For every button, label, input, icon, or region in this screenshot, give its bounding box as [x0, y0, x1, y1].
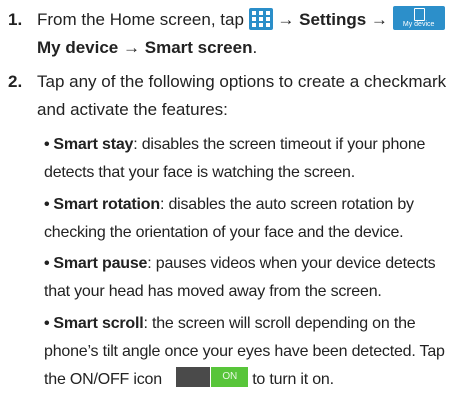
arrow: → [123, 38, 140, 57]
arrow: → [277, 10, 295, 29]
bullet-item: • Smart rotation: disables the auto scree… [44, 191, 464, 247]
on-off-toggle-icon: ON [176, 367, 249, 387]
step-2-intro: Tap any of the following options to crea… [37, 72, 447, 119]
step-2: 2. Tap any of the following options to c… [0, 68, 472, 128]
device-glyph-icon [413, 8, 425, 21]
toggle-on-label: ON [211, 367, 249, 387]
bullet-dot: • [44, 196, 50, 213]
bullet-title: Smart stay [53, 136, 134, 153]
bullet-item: • Smart pause: pauses videos when your de… [44, 250, 464, 306]
apps-grid-icon [248, 8, 273, 30]
bullet-dot: • [44, 315, 50, 332]
smart-screen-label: Smart screen [144, 38, 253, 57]
step-1: 1. From the Home screen, tap → Settings … [0, 6, 472, 66]
bullet-title: Smart scroll [53, 315, 144, 332]
bullet-title: Smart rotation [53, 196, 160, 213]
step-1-lead: From the Home screen, tap [37, 10, 244, 29]
arrow: → [370, 10, 388, 29]
step-1-text: From the Home screen, tap → Settings → M… [37, 6, 466, 62]
step-number: 2. [8, 72, 23, 91]
bullet-item: • Smart stay: disables the screen timeout… [44, 131, 464, 187]
my-device-label: My device [37, 38, 119, 57]
my-device-icon: My device [392, 6, 445, 30]
my-device-icon-label: My device [402, 21, 435, 28]
period: . [252, 38, 258, 57]
bullet-desc-tail: to turn it on. [252, 371, 334, 388]
settings-label: Settings [299, 10, 367, 29]
step-number: 1. [8, 10, 23, 29]
toggle-off-segment [176, 367, 211, 387]
bullet-title: Smart pause [53, 255, 148, 272]
manual-page: 1. From the Home screen, tap → Settings … [0, 0, 472, 393]
bullet-dot: • [44, 136, 50, 153]
bullet-dot: • [44, 255, 50, 272]
bullet-item: • Smart scroll: the screen will scroll de… [44, 310, 464, 394]
